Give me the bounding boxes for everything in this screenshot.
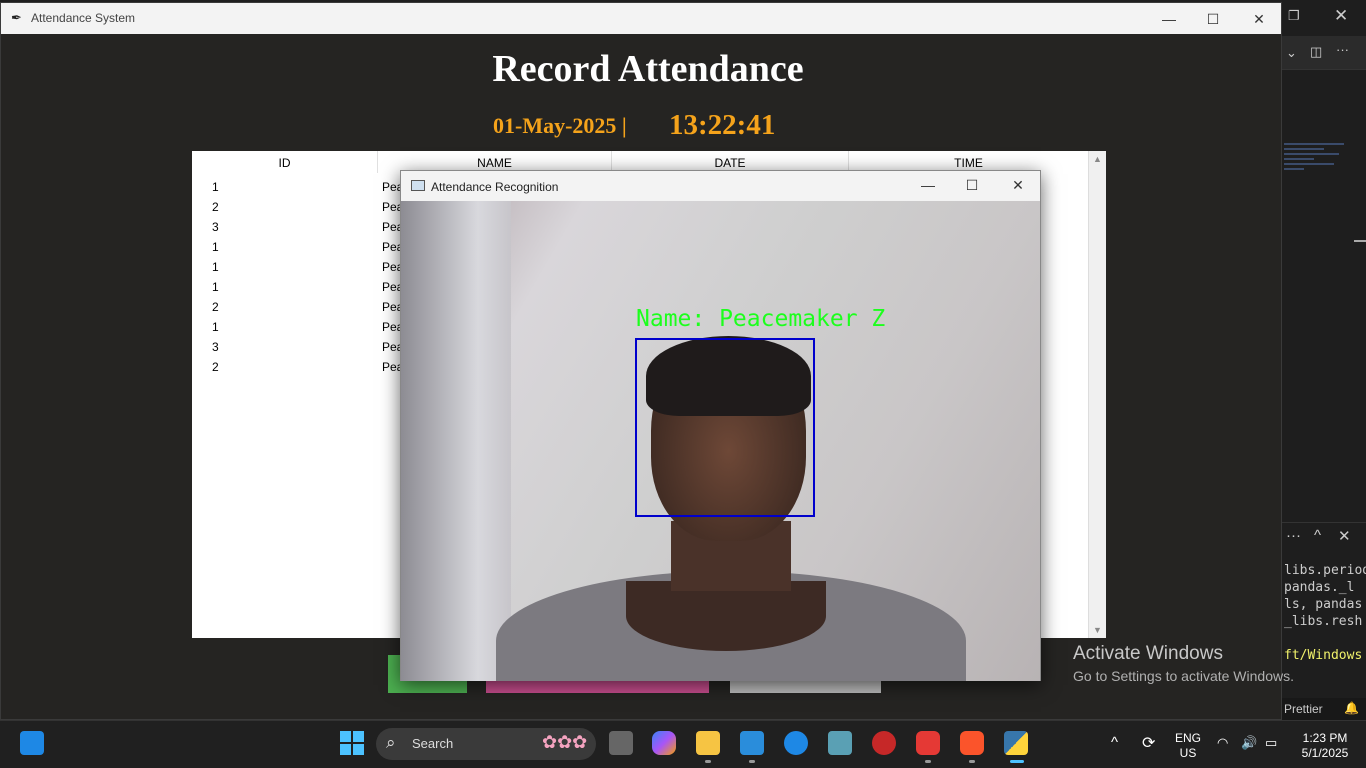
running-indicator [969, 760, 975, 763]
row-id: 2 [212, 300, 219, 314]
minimize-button[interactable]: — [1146, 7, 1192, 31]
brave-icon[interactable] [960, 731, 984, 755]
face-name-label: Name: Peacemaker Z [636, 306, 886, 332]
terminal-line: ls, pandas [1284, 597, 1363, 612]
recognition-window-title: Attendance Recognition [431, 180, 559, 194]
camera-background [401, 201, 511, 681]
person-chest [626, 581, 826, 651]
file-explorer-icon[interactable] [696, 731, 720, 755]
camera-feed: Name: Peacemaker Z [401, 201, 1040, 681]
more-icon[interactable]: ··· [1336, 42, 1349, 57]
row-id: 1 [212, 260, 219, 274]
date-label: 01-May-2025 | [493, 113, 627, 138]
running-indicator [749, 760, 755, 763]
maximize-button[interactable]: ☐ [1190, 7, 1236, 31]
terminal-line: pandas._l [1284, 580, 1355, 595]
split-editor-icon[interactable]: ◫ [1310, 44, 1322, 60]
terminal-line: libs.period [1284, 563, 1366, 578]
wps-icon[interactable] [916, 731, 940, 755]
clock-time: 1:23 PM [1302, 731, 1348, 745]
attendance-recognition-window: Attendance Recognition — ☐ ✕ Name: Peace… [400, 170, 1041, 681]
panel-maximize-icon[interactable]: ^ [1314, 527, 1321, 544]
row-id: 1 [212, 280, 219, 294]
search-label: Search [412, 736, 454, 751]
search-box[interactable]: ⌕ Search ✿✿✿ [376, 728, 596, 760]
prettier-status[interactable]: Prettier [1284, 702, 1323, 716]
system-clock[interactable]: 1:23 PM 5/1/2025 [1294, 731, 1356, 761]
editor-statusbar: Prettier 🔔 [1282, 698, 1366, 720]
copilot-icon[interactable] [652, 731, 676, 755]
row-id: 2 [212, 360, 219, 374]
app-red-icon[interactable] [872, 731, 896, 755]
editor-restore-icon[interactable]: ❐ [1288, 8, 1306, 26]
scroll-up-icon[interactable]: ▲ [1093, 154, 1102, 164]
feather-icon: ✒ [11, 10, 22, 25]
page-title: Record Attendance [492, 48, 804, 90]
close-button[interactable]: ✕ [995, 173, 1041, 197]
python-icon[interactable] [1004, 731, 1028, 755]
panel-more-icon[interactable]: ··· [1286, 527, 1301, 544]
row-id: 3 [212, 340, 219, 354]
app-monitor-icon[interactable] [828, 731, 852, 755]
row-id: 2 [212, 200, 219, 214]
app-blue-icon[interactable] [784, 731, 808, 755]
activation-title: Activate Windows [1073, 643, 1223, 664]
panel-close-icon[interactable]: ✕ [1338, 527, 1351, 545]
column-header-id[interactable]: ID [192, 151, 378, 173]
chevron-up-icon[interactable]: ^ [1111, 734, 1118, 751]
terminal-line: ft/Windows [1284, 648, 1363, 663]
taskbar [0, 720, 1366, 768]
battery-icon[interactable]: ▭ [1265, 735, 1277, 751]
maximize-button[interactable]: ☐ [949, 173, 995, 197]
running-indicator [705, 760, 711, 763]
language-indicator[interactable]: ENG US [1172, 731, 1204, 761]
clock-date: 5/1/2025 [1301, 746, 1349, 760]
window-icon [411, 180, 425, 191]
flowers-icon: ✿✿✿ [542, 732, 588, 752]
language-code: ENG [1174, 731, 1201, 745]
vscode-icon[interactable] [740, 731, 764, 755]
bell-icon[interactable]: 🔔 [1344, 701, 1359, 715]
row-id: 1 [212, 320, 219, 334]
active-indicator [1010, 760, 1024, 763]
close-button[interactable]: ✕ [1236, 7, 1282, 31]
window-title: Attendance System [31, 11, 136, 25]
main-titlebar: ✒ Attendance System — ☐ ✕ [1, 3, 1281, 34]
terminal-panel-bar: ··· ^ ✕ [1282, 522, 1366, 550]
editor-scrollbar[interactable] [1354, 240, 1366, 242]
region-code: US [1179, 746, 1197, 760]
scroll-down-icon[interactable]: ▼ [1093, 625, 1102, 635]
editor-close-icon[interactable]: ✕ [1334, 6, 1348, 26]
clock-label: 13:22:41 [669, 109, 776, 141]
row-id: 1 [212, 180, 219, 194]
wifi-icon[interactable]: ◠ [1217, 735, 1228, 751]
minimap [1284, 140, 1354, 190]
recognition-titlebar: Attendance Recognition — ☐ ✕ [401, 171, 1040, 201]
table-scrollbar[interactable]: ▲ ▼ [1088, 151, 1106, 638]
face-detection-box [635, 338, 815, 517]
search-icon: ⌕ [386, 733, 396, 752]
row-id: 1 [212, 240, 219, 254]
running-indicator [925, 760, 931, 763]
row-id: 3 [212, 220, 219, 234]
task-view-icon[interactable] [609, 731, 633, 755]
widgets-icon[interactable] [20, 731, 44, 755]
sync-icon[interactable]: ⟳ [1142, 733, 1155, 753]
windows-logo-icon[interactable] [340, 731, 364, 755]
minimize-button[interactable]: — [905, 173, 951, 197]
activation-subtitle: Go to Settings to activate Windows. [1073, 668, 1294, 684]
terminal-line: _libs.resh [1284, 614, 1363, 629]
background-editor [1282, 0, 1366, 720]
volume-icon[interactable]: 🔊 [1241, 735, 1257, 751]
